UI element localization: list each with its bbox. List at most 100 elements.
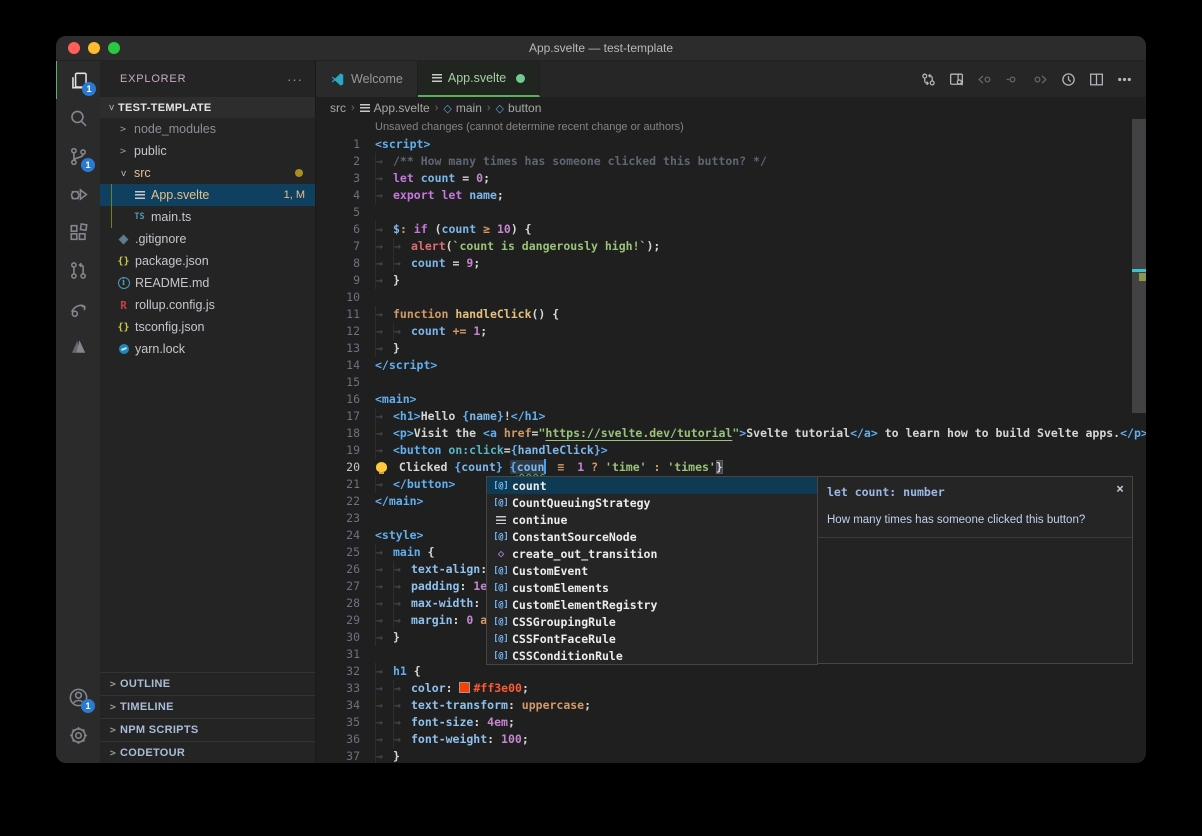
activity-run-debug[interactable] xyxy=(56,175,100,213)
file-item-tsconfig.json[interactable]: {}tsconfig.json xyxy=(100,316,315,338)
explorer-more-actions[interactable]: ··· xyxy=(287,72,303,87)
suggest-item-CustomEvent[interactable]: [@]CustomEvent xyxy=(487,562,817,579)
split-editor-button[interactable] xyxy=(1084,67,1108,91)
suggest-details-pane: let count: number How many times has som… xyxy=(816,476,1133,664)
line-number: 22 xyxy=(316,493,375,510)
code-line-10[interactable]: 10 xyxy=(316,289,1146,306)
file-label: yarn.lock xyxy=(135,342,185,356)
code-line-37[interactable]: 37→} xyxy=(316,748,1146,763)
suggest-item-ConstantSourceNode[interactable]: [@]ConstantSourceNode xyxy=(487,528,817,545)
code-line-14[interactable]: 14</script> xyxy=(316,357,1146,374)
suggest-details-body xyxy=(817,538,1132,663)
workspace-root[interactable]: > TEST-TEMPLATE xyxy=(100,97,315,118)
symbol-variable-icon: [@] xyxy=(490,566,512,576)
timeline-button[interactable] xyxy=(1056,67,1080,91)
editor-scrollbar[interactable] xyxy=(1132,119,1146,413)
code-line-32[interactable]: 32→h1 { xyxy=(316,663,1146,680)
breadcrumb-item-src[interactable]: src xyxy=(330,101,346,115)
hover-signature: let count: number xyxy=(827,484,1122,500)
suggest-item-continue[interactable]: continue xyxy=(487,511,817,528)
file-item-main.ts[interactable]: TSmain.ts xyxy=(100,206,315,228)
code-line-13[interactable]: 13→} xyxy=(316,340,1146,357)
code-line-8[interactable]: 8→→count = 9; xyxy=(316,255,1146,272)
color-swatch[interactable] xyxy=(460,683,469,692)
activity-github-pr[interactable] xyxy=(56,251,100,289)
activity-extensions[interactable] xyxy=(56,213,100,251)
code-line-19[interactable]: 19→<button on:click={handleClick}> xyxy=(316,442,1146,459)
zoom-window-button[interactable] xyxy=(108,42,120,54)
activity-search[interactable] xyxy=(56,99,100,137)
lightbulb-icon[interactable] xyxy=(376,462,387,472)
code-line-6[interactable]: 6→$: if (count ≥ 10) { xyxy=(316,221,1146,238)
line-number: 27 xyxy=(316,578,375,595)
sidebar-section-outline[interactable]: >OUTLINE xyxy=(100,672,315,695)
code-line-5[interactable]: 5 xyxy=(316,204,1146,221)
code-line-34[interactable]: 34→→text-transform: uppercase; xyxy=(316,697,1146,714)
close-icon[interactable]: × xyxy=(1116,481,1124,498)
modified-dot-icon[interactable] xyxy=(516,74,525,83)
line-number: 37 xyxy=(316,748,375,763)
code-line-18[interactable]: 18→<p>Visit the <a href="https://svelte.… xyxy=(316,425,1146,442)
suggest-item-CSSConditionRule[interactable]: [@]CSSConditionRule xyxy=(487,647,817,664)
chevron-right-icon: > xyxy=(106,702,120,713)
suggest-item-count[interactable]: [@]count xyxy=(487,477,817,494)
suggest-item-CSSGroupingRule[interactable]: [@]CSSGroupingRule xyxy=(487,613,817,630)
traffic-lights xyxy=(68,42,120,54)
code-line-12[interactable]: 12→→count += 1; xyxy=(316,323,1146,340)
navigate-location-button[interactable] xyxy=(1000,67,1024,91)
code-line-1[interactable]: 1<script> xyxy=(316,136,1146,153)
tab-app-svelte[interactable]: App.svelte xyxy=(418,61,540,97)
file-item-src[interactable]: >src xyxy=(100,162,315,184)
sidebar-section-codetour[interactable]: >CODETOUR xyxy=(100,741,315,763)
minimize-window-button[interactable] xyxy=(88,42,100,54)
close-window-button[interactable] xyxy=(68,42,80,54)
open-preview-button[interactable] xyxy=(944,67,968,91)
code-line-17[interactable]: 17→<h1>Hello {name}!</h1> xyxy=(316,408,1146,425)
code-line-4[interactable]: 4→export let name; xyxy=(316,187,1146,204)
file-item-.gitignore[interactable]: .gitignore xyxy=(100,228,315,250)
code-line-36[interactable]: 36→→font-weight: 100; xyxy=(316,731,1146,748)
activity-explorer[interactable]: 1 xyxy=(56,61,101,99)
activity-settings[interactable] xyxy=(56,716,100,754)
code-line-9[interactable]: 9→} xyxy=(316,272,1146,289)
code-line-35[interactable]: 35→→font-size: 4em; xyxy=(316,714,1146,731)
code-line-16[interactable]: 16<main> xyxy=(316,391,1146,408)
tab-welcome[interactable]: Welcome xyxy=(316,61,418,97)
line-number: 32 xyxy=(316,663,375,680)
suggest-label: CustomElementRegistry xyxy=(512,598,657,612)
activity-source-control[interactable]: 1 xyxy=(56,137,100,175)
sidebar-section-timeline[interactable]: >TIMELINE xyxy=(100,695,315,718)
suggest-item-CountQueuingStrategy[interactable]: [@]CountQueuingStrategy xyxy=(487,494,817,511)
code-line-7[interactable]: 7→→alert(`count is dangerously high!`); xyxy=(316,238,1146,255)
file-item-App.svelte[interactable]: App.svelte1, M xyxy=(100,184,315,206)
breadcrumb-item-button[interactable]: ◇button xyxy=(496,101,542,115)
file-item-yarn.lock[interactable]: yarn.lock xyxy=(100,338,315,360)
activity-accounts[interactable]: 1 xyxy=(56,678,100,716)
more-actions-button[interactable] xyxy=(1112,67,1136,91)
file-item-node_modules[interactable]: >node_modules xyxy=(100,118,315,140)
code-line-3[interactable]: 3→let count = 0; xyxy=(316,170,1146,187)
activity-azure[interactable] xyxy=(56,327,100,365)
sidebar-section-npm-scripts[interactable]: >NPM SCRIPTS xyxy=(100,718,315,741)
suggest-item-create_out_transition[interactable]: ◇create_out_transition xyxy=(487,545,817,562)
navigate-back-button[interactable] xyxy=(972,67,996,91)
file-label: node_modules xyxy=(134,122,216,136)
file-item-package.json[interactable]: {}package.json xyxy=(100,250,315,272)
breadcrumb-item-App.svelte[interactable]: App.svelte xyxy=(360,101,430,115)
suggest-item-CSSFontFaceRule[interactable]: [@]CSSFontFaceRule xyxy=(487,630,817,647)
file-item-README.md[interactable]: iREADME.md xyxy=(100,272,315,294)
suggest-item-CustomElementRegistry[interactable]: [@]CustomElementRegistry xyxy=(487,596,817,613)
activity-live-share[interactable] xyxy=(56,289,100,327)
breadcrumb-item-main[interactable]: ◇main xyxy=(443,101,481,115)
compare-changes-button[interactable] xyxy=(916,67,940,91)
code-editor[interactable]: Unsaved changes (cannot determine recent… xyxy=(316,119,1146,763)
file-item-rollup.config.js[interactable]: Rrollup.config.js xyxy=(100,294,315,316)
code-line-11[interactable]: 11→function handleClick() { xyxy=(316,306,1146,323)
code-line-2[interactable]: 2→/** How many times has someone clicked… xyxy=(316,153,1146,170)
file-item-public[interactable]: >public xyxy=(100,140,315,162)
code-line-20[interactable]: 20 Clicked {count} {coun ≡ 1 ? 'time' : … xyxy=(316,459,1146,476)
suggest-item-customElements[interactable]: [@]customElements xyxy=(487,579,817,596)
navigate-forward-button[interactable] xyxy=(1028,67,1052,91)
code-line-15[interactable]: 15 xyxy=(316,374,1146,391)
code-line-33[interactable]: 33→→color: #ff3e00; xyxy=(316,680,1146,697)
